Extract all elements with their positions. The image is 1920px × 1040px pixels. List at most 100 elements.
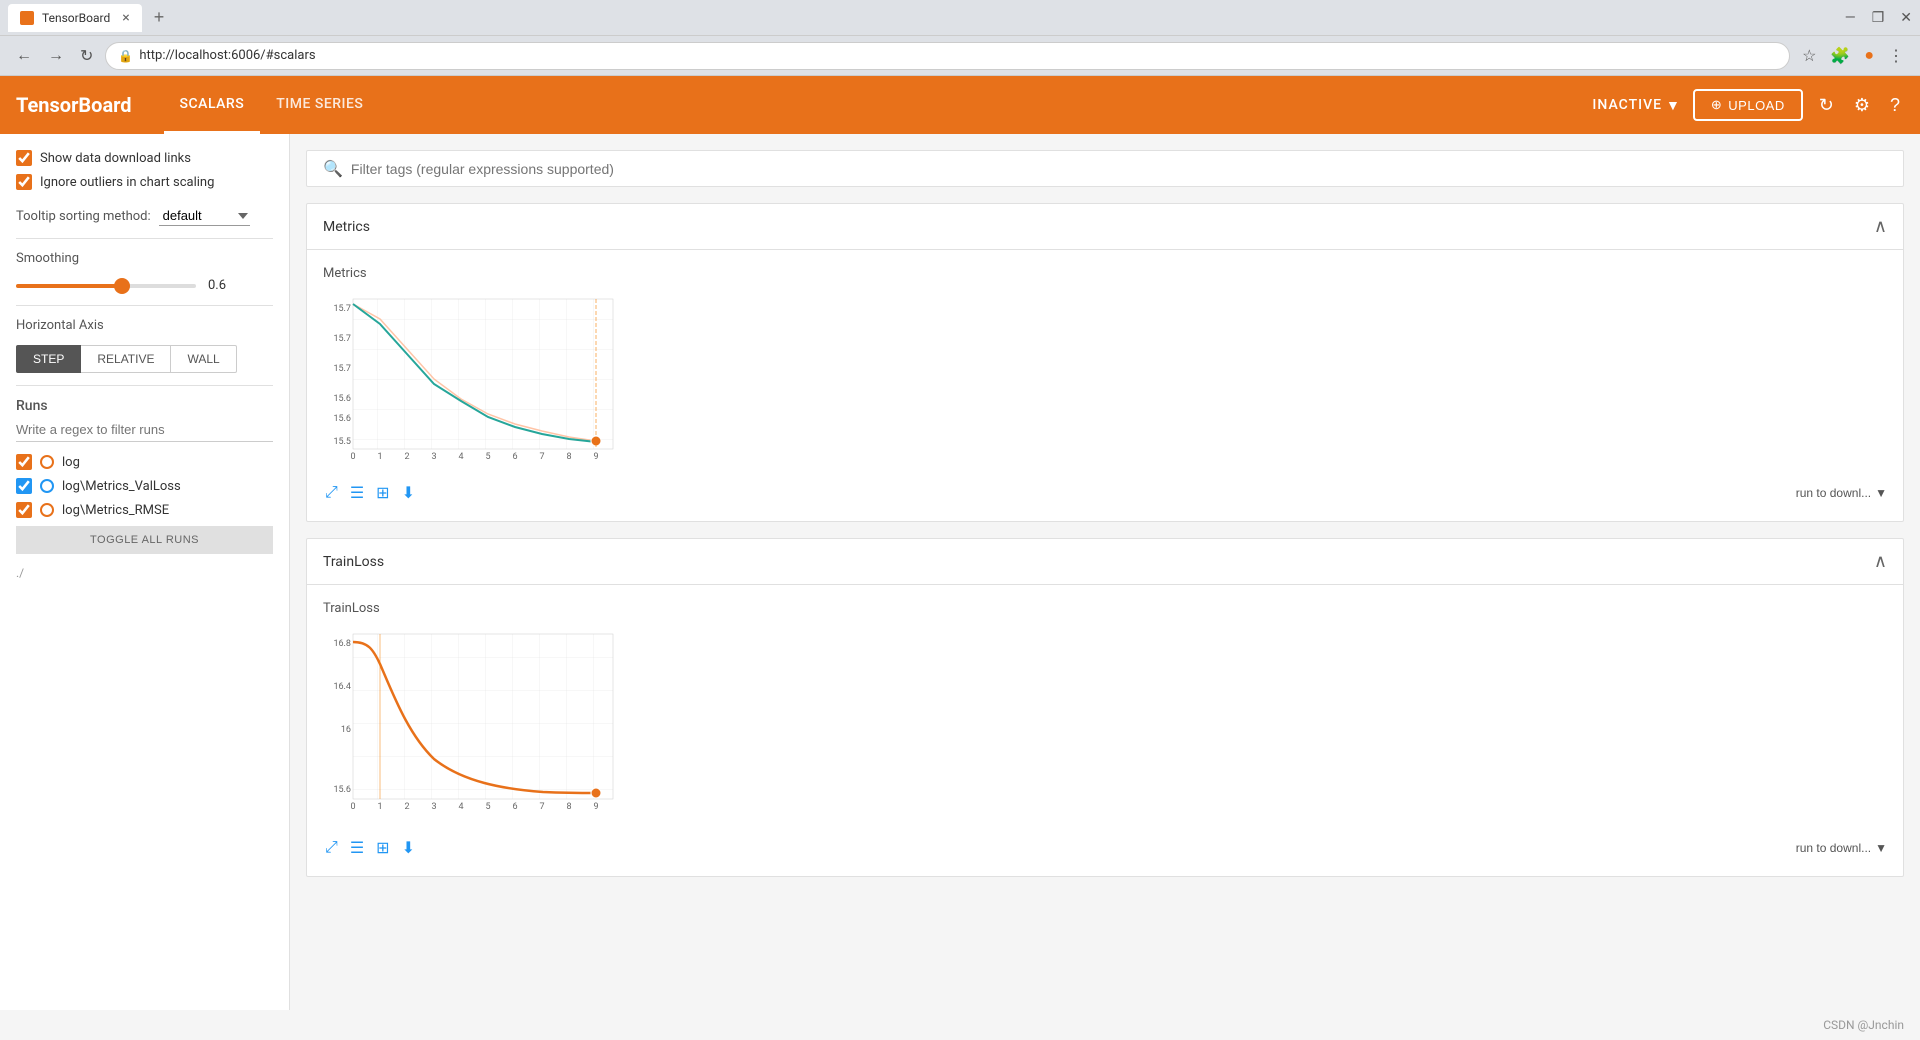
runs-filter-input[interactable] [16,418,273,442]
svg-text:9: 9 [593,802,598,812]
tab-title: TensorBoard [42,11,110,25]
footer-text: CSDN @Jnchin [1823,1018,1904,1032]
metrics-collapse-button[interactable]: ∧ [1874,216,1887,237]
trainloss-image-button[interactable]: ⊞ [374,836,391,860]
svg-text:9: 9 [593,452,598,462]
inactive-dropdown[interactable]: INACTIVE ▼ [1592,97,1680,114]
header-right: INACTIVE ▼ ⊕ UPLOAD ↻ ⚙ ? [1592,89,1904,121]
metrics-run-dropdown[interactable]: run to downl... ▼ [1796,486,1887,500]
refresh-header-button[interactable]: ↻ [1815,91,1838,120]
tab-scalars[interactable]: SCALARS [164,76,261,134]
trainloss-list-button[interactable]: ☰ [348,836,366,860]
run-log-circle [40,455,54,469]
run-path: ./ [16,566,273,580]
show-download-row: Show data download links [16,150,273,166]
trainloss-collapse-button[interactable]: ∧ [1874,551,1887,572]
run-valloss-circle [40,479,54,493]
tensorboard-app: TensorBoard SCALARS TIME SERIES INACTIVE… [0,76,1920,1040]
metrics-dropdown-icon: ▼ [1875,486,1887,500]
filter-input[interactable] [351,161,1887,177]
metrics-chart-container: Metrics 15.7 15.7 [307,250,1903,521]
tab-close-btn[interactable]: × [122,10,129,26]
svg-text:8: 8 [566,452,571,462]
svg-text:16.8: 16.8 [333,639,351,649]
trainloss-expand-button[interactable]: ⤢ [323,837,340,859]
svg-text:7: 7 [539,452,544,462]
run-valloss-checkbox[interactable] [16,478,32,494]
slider-row: 0.6 [16,278,273,293]
content-area: 🔍 Metrics ∧ Metrics [290,134,1920,1010]
run-log-checkbox[interactable] [16,454,32,470]
runs-title: Runs [16,398,273,414]
refresh-button[interactable]: ↻ [76,42,97,70]
svg-text:6: 6 [512,802,517,812]
show-download-label: Show data download links [40,151,191,166]
axis-section: Horizontal Axis STEP RELATIVE WALL [16,318,273,373]
trainloss-run-dropdown[interactable]: run to downl... ▼ [1796,841,1887,855]
axis-btn-group: STEP RELATIVE WALL [16,345,273,373]
step-button[interactable]: STEP [16,345,81,373]
svg-text:15.7: 15.7 [333,334,351,344]
svg-text:4: 4 [458,802,463,812]
filter-bar[interactable]: 🔍 [306,150,1904,187]
svg-text:0: 0 [350,802,355,812]
wall-button[interactable]: WALL [171,345,236,373]
browser-tab[interactable]: TensorBoard × [8,4,142,32]
address-bar[interactable]: 🔒 http://localhost:6006/#scalars [105,42,1790,70]
svg-text:15.6: 15.6 [333,785,351,795]
help-button[interactable]: ? [1886,91,1904,120]
relative-button[interactable]: RELATIVE [81,345,171,373]
metrics-expand-button[interactable]: ⤢ [323,482,340,504]
metrics-chart-actions: ⤢ ☰ ⊞ ⬇ run to downl... ▼ [323,481,1887,505]
axis-title: Horizontal Axis [16,318,273,333]
footer: CSDN @Jnchin [0,1010,1920,1040]
divider-3 [16,385,273,386]
divider-1 [16,238,273,239]
main-layout: Show data download links Ignore outliers… [0,134,1920,1010]
svg-text:0: 0 [350,452,355,462]
trainloss-download-button[interactable]: ⬇ [400,836,417,860]
run-rmse-checkbox[interactable] [16,502,32,518]
metrics-image-button[interactable]: ⊞ [374,481,391,505]
extensions-btn[interactable]: 🧩 [1826,42,1854,70]
ignore-outliers-checkbox[interactable] [16,174,32,190]
toggle-all-button[interactable]: TOGGLE ALL RUNS [16,526,273,554]
tooltip-select[interactable]: default ascending descending nearest [159,206,250,226]
restore-icon: ❐ [1872,10,1885,26]
tab-time-series[interactable]: TIME SERIES [260,76,379,134]
metrics-chart-svg: 15.7 15.7 15.7 15.6 15.6 15.5 0 1 2 3 4 [323,289,623,469]
svg-text:3: 3 [431,802,436,812]
runs-section: Runs log log\Metrics_ValLoss log\Metrics… [16,398,273,580]
svg-text:6: 6 [512,452,517,462]
tab-favicon [20,11,34,25]
svg-text:2: 2 [404,802,409,812]
run-item-metrics-valloss: log\Metrics_ValLoss [16,478,273,494]
trainloss-section-title: TrainLoss [323,554,384,570]
svg-text:15.7: 15.7 [333,304,351,314]
run-item-metrics-rmse: log\Metrics_RMSE [16,502,273,518]
app-header: TensorBoard SCALARS TIME SERIES INACTIVE… [0,76,1920,134]
trainloss-section-header: TrainLoss ∧ [307,539,1903,585]
svg-text:8: 8 [566,802,571,812]
svg-text:1: 1 [377,452,382,462]
nav-tabs: SCALARS TIME SERIES [164,76,380,134]
trainloss-section: TrainLoss ∧ TrainLoss [306,538,1904,877]
metrics-list-button[interactable]: ☰ [348,481,366,505]
trainloss-chart-title: TrainLoss [323,601,1887,616]
url-text: http://localhost:6006/#scalars [139,48,315,63]
menu-btn[interactable]: ⋮ [1884,42,1908,70]
show-download-checkbox[interactable] [16,150,32,166]
browser-nav: ← → ↻ 🔒 http://localhost:6006/#scalars ☆… [0,36,1920,76]
metrics-section-title: Metrics [323,219,370,235]
bookmark-star-btn[interactable]: ☆ [1798,42,1820,70]
app-logo: TensorBoard [16,93,132,117]
upload-button[interactable]: ⊕ UPLOAD [1693,89,1803,121]
settings-button[interactable]: ⚙ [1850,91,1874,120]
forward-button[interactable]: → [44,43,68,69]
back-button[interactable]: ← [12,43,36,69]
new-tab-button[interactable]: + [146,7,173,28]
smoothing-slider[interactable] [16,284,196,288]
svg-text:2: 2 [404,452,409,462]
metrics-download-button[interactable]: ⬇ [400,481,417,505]
profile-btn[interactable]: ● [1860,43,1878,69]
